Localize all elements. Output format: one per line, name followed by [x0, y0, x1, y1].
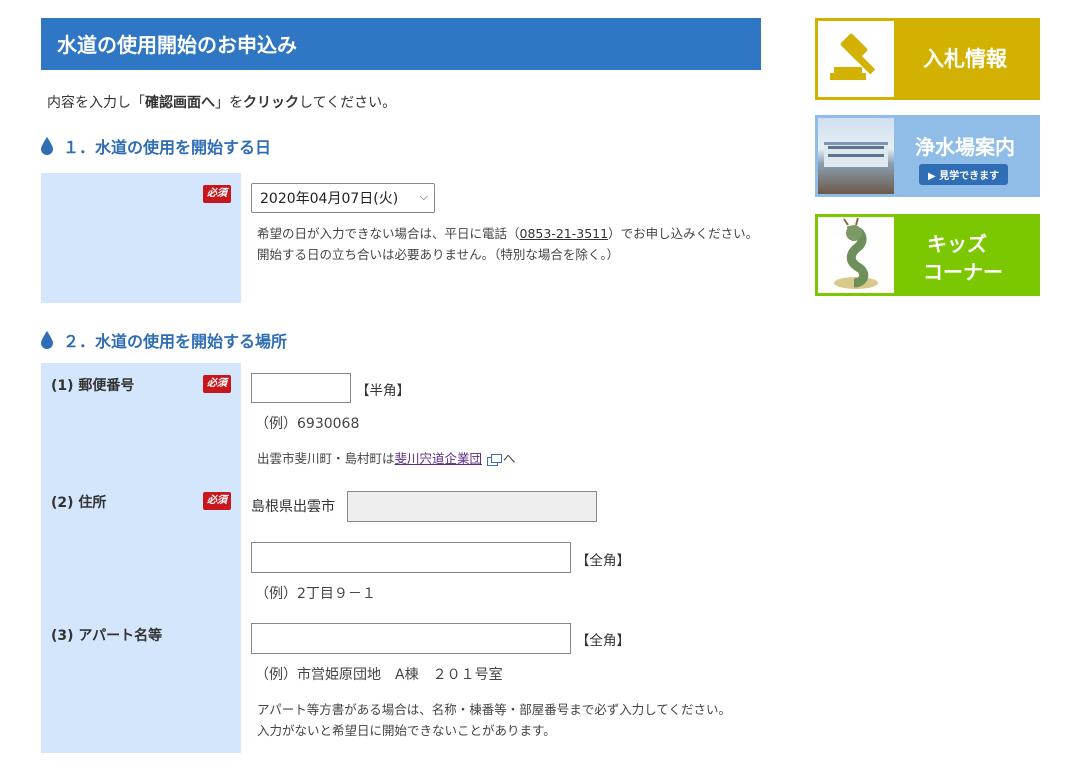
start-date-label-cell: 必須 [41, 173, 241, 303]
required-badge: 必須 [203, 492, 231, 510]
start-date-note: 希望の日が入力できない場合は、平日に電話（0853-21-3511）でお申し込み… [257, 226, 759, 262]
water-plant-photo [818, 118, 894, 194]
water-plant-banner[interactable]: 浄水場案内 ▶ 見学できます [815, 115, 1040, 197]
apartment-label: (3) アパート名等 [51, 628, 163, 644]
intro-text: 内容を入力し「確認画面へ」をクリックしてください。 [47, 95, 397, 111]
address-prefix: 島根県出雲市 [251, 499, 335, 515]
dragon-mascot-icon [818, 217, 894, 293]
postal-label: (1) 郵便番号 [51, 378, 135, 394]
bid-info-label: 入札情報 [923, 47, 1007, 71]
tour-available-badge: ▶ 見学できます [919, 164, 1009, 185]
water-drop-icon [41, 137, 53, 155]
address-suffix: 【全角】 [576, 553, 630, 569]
section1-heading: １．水道の使用を開始する日 [41, 134, 761, 158]
hikawa-link[interactable]: 斐川宍道企業団 [395, 451, 483, 466]
postal-code-input[interactable] [251, 373, 351, 403]
external-link-icon [487, 454, 503, 466]
water-plant-label: 浄水場案内 [915, 135, 1015, 159]
phone-link[interactable]: 0853-21-3511 [520, 226, 609, 241]
address-label: (2) 住所 [51, 495, 107, 511]
postal-example: （例）6930068 [255, 416, 360, 432]
address-example: （例）2丁目９－１ [255, 586, 376, 602]
bid-info-banner[interactable]: 入札情報 [815, 18, 1040, 100]
start-date-select[interactable]: 2020年04月07日(火) ⌵ [251, 183, 435, 213]
apartment-note: アパート等方書がある場合は、名称・棟番等・部屋番号まで必ず入力してください。 入… [257, 702, 732, 738]
section2-heading: ２．水道の使用を開始する場所 [41, 328, 287, 352]
required-badge: 必須 [203, 375, 231, 393]
postal-suffix: 【半角】 [356, 383, 410, 399]
main-content: 水道の使用開始のお申込み 内容を入力し「確認画面へ」をクリックしてください。 １… [41, 18, 761, 753]
required-badge: 必須 [203, 185, 231, 203]
kids-label-line1: キッズ [927, 232, 987, 256]
start-date-row: 必須 2020年04月07日(火) ⌵ 希望の日が入力できない場合は、平日に電話… [41, 173, 761, 303]
address-city-input[interactable] [347, 491, 597, 522]
water-drop-icon [41, 331, 53, 349]
apartment-example: （例）市営姫原団地 A棟 ２０１号室 [255, 667, 503, 683]
chevron-down-icon: ⌵ [419, 190, 428, 203]
apartment-input[interactable] [251, 623, 571, 654]
postal-note: 出雲市斐川町・島村町は斐川宍道企業団へ [257, 451, 516, 466]
page-title: 水道の使用開始のお申込み [41, 18, 761, 70]
apartment-suffix: 【全角】 [576, 633, 630, 649]
location-rows: (1) 郵便番号 必須 (2) 住所 必須 (3) アパート名等 【半角】 （例… [41, 363, 761, 753]
location-label-cell: (1) 郵便番号 必須 (2) 住所 必須 (3) アパート名等 [41, 363, 241, 753]
address-street-input[interactable] [251, 542, 571, 573]
gavel-icon [818, 21, 894, 97]
kids-corner-banner[interactable]: キッズ コーナー [815, 214, 1040, 296]
kids-label-line2: コーナー [923, 260, 1003, 284]
